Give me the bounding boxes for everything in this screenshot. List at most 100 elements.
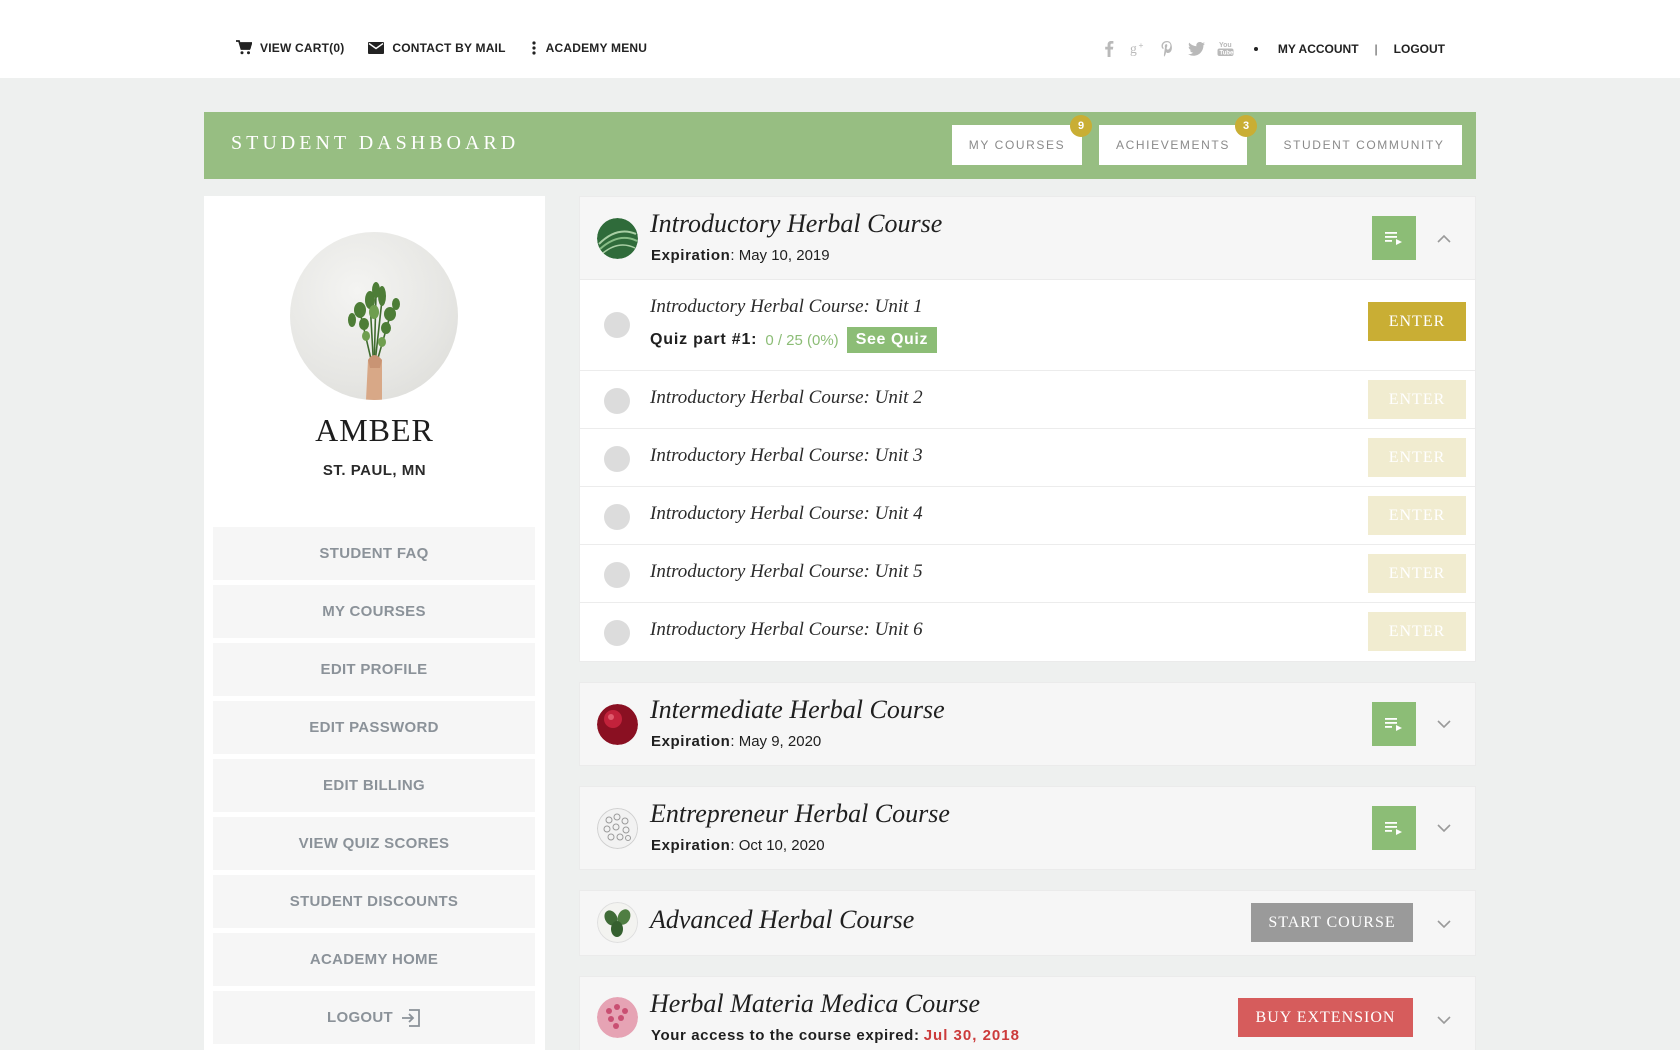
course-header[interactable]: Herbal Materia Medica Course Your access… (580, 977, 1475, 1050)
unit-status-dot (604, 312, 630, 338)
buy-extension-button[interactable]: BUY EXTENSION (1238, 998, 1413, 1037)
view-cart-label: VIEW CART(0) (260, 40, 345, 55)
header-my-courses-button[interactable]: MY COURSES 9 (952, 115, 1092, 165)
start-course-button[interactable]: START COURSE (1251, 903, 1413, 942)
collapse-chevron-up-icon[interactable] (1435, 229, 1453, 247)
expand-chevron-down-icon[interactable] (1435, 1011, 1453, 1029)
sidebar-item-academy-home[interactable]: ACADEMY HOME (213, 933, 535, 986)
expand-chevron-down-icon[interactable] (1435, 819, 1453, 837)
course-playlist-button[interactable] (1372, 702, 1416, 746)
sidebar-item-edit-password[interactable]: EDIT PASSWORD (213, 701, 535, 754)
sidebar-item-label: MY COURSES (322, 603, 426, 620)
playlist-icon (1385, 718, 1402, 731)
unit-row: Introductory Herbal Course: Unit 4 ENTER (580, 487, 1475, 545)
profile-location: ST. PAUL, MN (322, 462, 427, 479)
mail-icon (368, 41, 385, 54)
header-my-courses-label: MY COURSES (968, 138, 1066, 152)
expand-chevron-down-icon[interactable] (1435, 715, 1453, 733)
sidebar-item-edit-profile[interactable]: EDIT PROFILE (213, 643, 535, 696)
sidebar-item-edit-billing[interactable]: EDIT BILLING (213, 759, 535, 812)
course-header[interactable]: Entrepreneur Herbal Course Expiration: O… (580, 787, 1475, 869)
quiz-line: Quiz part #1: 0 / 25 (0%) See Quiz (650, 327, 938, 353)
header-student-community-button[interactable]: STUDENT COMMUNITY (1266, 125, 1462, 165)
expand-chevron-down-icon[interactable] (1435, 915, 1453, 933)
svg-text:You: You (1219, 42, 1232, 49)
my-account-link[interactable]: MY ACCOUNT (1278, 42, 1359, 56)
sidebar-item-label: LOGOUT (327, 1009, 393, 1026)
unit-title: Introductory Herbal Course: Unit 4 (650, 503, 923, 524)
social-links: g + You Tube (1101, 40, 1234, 57)
sidebar-menu: STUDENT FAQ MY COURSES EDIT PROFILE EDIT… (213, 527, 535, 1049)
svg-text:g: g (1130, 41, 1137, 56)
playlist-icon (1385, 822, 1402, 835)
course-header[interactable]: Advanced Herbal Course START COURSE (580, 891, 1475, 955)
unit-status-dot (604, 504, 630, 530)
course-title: Entrepreneur Herbal Course (650, 799, 950, 828)
unit-row: Introductory Herbal Course: Unit 2 ENTER (580, 371, 1475, 429)
sidebar-item-label: VIEW QUIZ SCORES (298, 835, 450, 852)
sidebar-item-label: EDIT BILLING (323, 777, 425, 794)
quiz-score: 0 / 25 (0%) (765, 331, 839, 349)
header-achievements-button[interactable]: ACHIEVEMENTS 3 (1099, 115, 1257, 165)
course-thumbnail (597, 902, 638, 943)
enter-unit-button-disabled[interactable]: ENTER (1368, 438, 1466, 477)
sidebar-item-label: EDIT PASSWORD (309, 719, 439, 736)
academy-menu-label: ACADEMY MENU (545, 40, 648, 55)
courses-list: Introductory Herbal Course Expiration: M… (579, 196, 1476, 1050)
expiration-label: Expiration (651, 733, 731, 750)
expiration-date-expired: Jul 30, 2018 (923, 1027, 1020, 1044)
course-card-entrepreneur: Entrepreneur Herbal Course Expiration: O… (579, 786, 1476, 870)
google-plus-icon[interactable]: g + (1130, 40, 1147, 57)
course-expiration: Expiration: May 10, 2019 (651, 247, 830, 264)
course-playlist-button[interactable] (1372, 806, 1416, 850)
profile-sidebar: AMBER ST. PAUL, MN STUDENT FAQ MY COURSE… (204, 196, 545, 1050)
top-left-nav: VIEW CART(0) CONTACT BY MAIL ACADEMY MEN… (236, 40, 647, 55)
academy-menu-link[interactable]: ACADEMY MENU (530, 41, 648, 55)
enter-unit-button-disabled[interactable]: ENTER (1368, 380, 1466, 419)
profile-name: AMBER (315, 412, 434, 448)
facebook-icon[interactable] (1101, 40, 1118, 57)
enter-unit-button-disabled[interactable]: ENTER (1368, 612, 1466, 651)
expiration-date: May 10, 2019 (738, 247, 830, 264)
top-logout-link[interactable]: LOGOUT (1394, 42, 1445, 56)
unit-title: Introductory Herbal Course: Unit 2 (650, 387, 923, 408)
contact-label: CONTACT BY MAIL (392, 40, 506, 55)
expiration-date: Oct 10, 2020 (738, 837, 825, 854)
course-card-intermediate: Intermediate Herbal Course Expiration: M… (579, 682, 1476, 766)
kebab-menu-icon (532, 40, 536, 55)
course-playlist-button[interactable] (1372, 216, 1416, 260)
herb-bouquet-image (348, 282, 400, 400)
unit-status-dot (604, 446, 630, 472)
sidebar-item-student-faq[interactable]: STUDENT FAQ (213, 527, 535, 580)
course-expiration: Expiration: May 9, 2020 (651, 733, 822, 750)
see-quiz-button[interactable]: See Quiz (846, 327, 938, 353)
cart-icon (236, 40, 252, 55)
enter-unit-button-disabled[interactable]: ENTER (1368, 554, 1466, 593)
expiration-label: Expiration (651, 837, 731, 854)
course-title: Introductory Herbal Course (650, 209, 943, 238)
view-cart-link[interactable]: VIEW CART(0) (236, 40, 344, 55)
sidebar-item-my-courses[interactable]: MY COURSES (213, 585, 535, 638)
sidebar-item-label: EDIT PROFILE (320, 661, 428, 678)
course-title: Herbal Materia Medica Course (650, 989, 981, 1018)
course-thumbnail (597, 808, 638, 849)
course-units-list: Introductory Herbal Course: Unit 1 Quiz … (580, 279, 1475, 661)
unit-status-dot (604, 562, 630, 588)
unit-title: Introductory Herbal Course: Unit 6 (650, 619, 923, 640)
course-card-advanced: Advanced Herbal Course START COURSE (579, 890, 1476, 956)
youtube-icon[interactable]: You Tube (1217, 40, 1234, 57)
course-header[interactable]: Intermediate Herbal Course Expiration: M… (580, 683, 1475, 765)
enter-unit-button-disabled[interactable]: ENTER (1368, 496, 1466, 535)
twitter-icon[interactable] (1187, 40, 1205, 57)
course-header[interactable]: Introductory Herbal Course Expiration: M… (580, 197, 1475, 279)
top-right-nav: g + You Tube MY ACCOUNT | LOGOUT (1101, 40, 1445, 57)
pinterest-icon[interactable] (1159, 40, 1176, 57)
avatar (290, 232, 458, 400)
sidebar-item-student-discounts[interactable]: STUDENT DISCOUNTS (213, 875, 535, 928)
achievements-count-badge: 3 (1235, 115, 1257, 137)
contact-by-mail-link[interactable]: CONTACT BY MAIL (368, 41, 505, 55)
sidebar-item-logout[interactable]: LOGOUT (213, 991, 535, 1044)
course-card-materia-medica: Herbal Materia Medica Course Your access… (579, 976, 1476, 1050)
enter-unit-button[interactable]: ENTER (1368, 302, 1466, 341)
sidebar-item-view-quiz-scores[interactable]: VIEW QUIZ SCORES (213, 817, 535, 870)
